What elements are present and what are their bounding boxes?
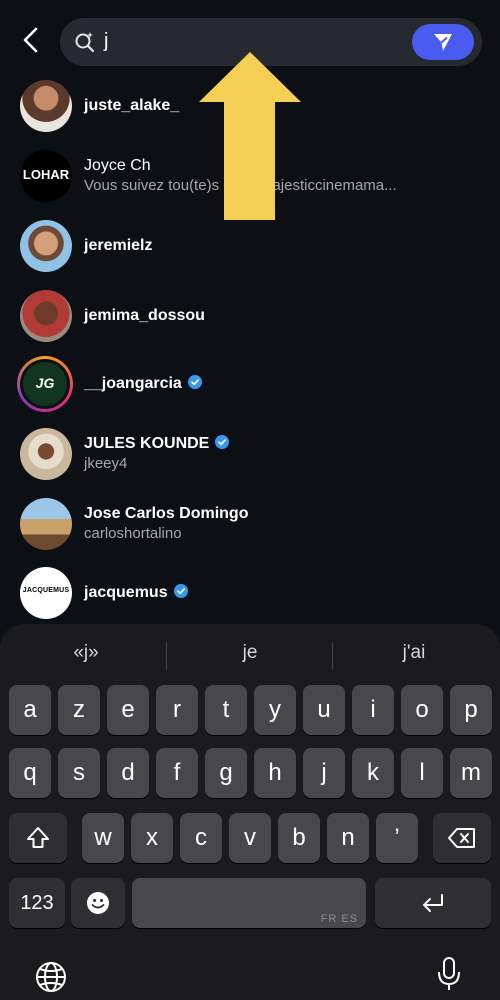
avatar-logo-text: JG — [35, 375, 55, 391]
username-text: JULES KOUNDE — [84, 435, 210, 452]
result-username: Jose Carlos Domingo — [84, 505, 249, 522]
return-icon — [423, 894, 443, 912]
numbers-key[interactable]: 123 — [9, 878, 65, 928]
key-j[interactable]: j — [303, 748, 345, 798]
key-o[interactable]: o — [401, 685, 443, 735]
annotation-arrow — [199, 52, 301, 220]
result-row[interactable]: jeremielz — [0, 216, 500, 276]
microphone-icon[interactable] — [436, 956, 462, 992]
result-row[interactable]: JG __joangarcia — [0, 354, 500, 414]
search-screen: j juste_alake_ LOHAR Joyce Ch Vous suive… — [0, 0, 500, 1000]
key-f[interactable]: f — [156, 748, 198, 798]
globe-icon[interactable] — [34, 960, 68, 994]
verified-badge-icon — [173, 584, 188, 598]
verified-badge-icon — [187, 375, 202, 389]
key-w[interactable]: w — [82, 813, 124, 863]
result-username: jeremielz — [84, 237, 153, 254]
result-row[interactable]: Jose Carlos Domingo carloshortalino — [0, 494, 500, 554]
avatar — [20, 220, 72, 272]
result-username: juste_alake_ — [84, 97, 180, 114]
key-u[interactable]: u — [303, 685, 345, 735]
key-a[interactable]: a — [9, 685, 51, 735]
result-username: JULES KOUNDE — [84, 435, 230, 453]
key-q[interactable]: q — [9, 748, 51, 798]
avatar: JACQUEMUS — [20, 567, 72, 619]
username-text: __joangarcia — [84, 375, 182, 392]
chevron-left-icon — [23, 27, 38, 53]
shift-key[interactable] — [9, 813, 67, 863]
key-k[interactable]: k — [352, 748, 394, 798]
key-d[interactable]: d — [107, 748, 149, 798]
send-button[interactable] — [412, 24, 474, 60]
key-apostrophe[interactable]: ’ — [376, 813, 418, 863]
key-n[interactable]: n — [327, 813, 369, 863]
key-c[interactable]: c — [180, 813, 222, 863]
avatar-logo-text: LOHAR — [22, 167, 70, 182]
avatar — [20, 428, 72, 480]
result-subtext: carloshortalino — [84, 525, 182, 542]
verified-badge-icon — [215, 435, 230, 449]
result-username: jacquemus — [84, 584, 188, 602]
avatar — [20, 290, 72, 342]
key-z[interactable]: z — [58, 685, 100, 735]
key-t[interactable]: t — [205, 685, 247, 735]
keyboard: «j» je j'ai a z e r t y u i o p q s d f … — [0, 624, 500, 1000]
key-r[interactable]: r — [156, 685, 198, 735]
keyboard-language-label: FR ES — [320, 913, 358, 925]
result-row[interactable]: jemima_dossou — [0, 286, 500, 346]
avatar — [20, 80, 72, 132]
space-key[interactable]: FR ES — [132, 878, 366, 928]
key-y[interactable]: y — [254, 685, 296, 735]
result-username: jemima_dossou — [84, 307, 205, 324]
key-l[interactable]: l — [401, 748, 443, 798]
return-key[interactable] — [375, 878, 491, 928]
suggestion-item[interactable]: j'ai — [384, 642, 444, 664]
suggestion-bar: «j» je j'ai — [0, 634, 500, 674]
key-v[interactable]: v — [229, 813, 271, 863]
key-e[interactable]: e — [107, 685, 149, 735]
username-text: jacquemus — [84, 584, 168, 601]
key-m[interactable]: m — [450, 748, 492, 798]
result-username: Joyce Ch — [84, 157, 151, 174]
result-row[interactable]: JULES KOUNDE jkeey4 — [0, 424, 500, 484]
key-x[interactable]: x — [131, 813, 173, 863]
backspace-icon — [448, 828, 475, 848]
key-h[interactable]: h — [254, 748, 296, 798]
key-p[interactable]: p — [450, 685, 492, 735]
avatar — [20, 498, 72, 550]
shift-icon — [27, 827, 49, 848]
key-i[interactable]: i — [352, 685, 394, 735]
back-button[interactable] — [18, 26, 46, 54]
result-subtext: jkeey4 — [84, 455, 128, 472]
emoji-icon — [87, 892, 109, 914]
key-g[interactable]: g — [205, 748, 247, 798]
result-username: __joangarcia — [84, 375, 202, 393]
suggestion-item[interactable]: je — [220, 642, 280, 664]
avatar: JG — [17, 356, 73, 412]
key-s[interactable]: s — [58, 748, 100, 798]
search-input[interactable]: j — [104, 30, 108, 53]
backspace-key[interactable] — [433, 813, 491, 863]
paper-plane-icon — [434, 34, 452, 51]
emoji-key[interactable] — [71, 878, 125, 928]
key-b[interactable]: b — [278, 813, 320, 863]
search-ai-icon — [75, 32, 95, 53]
result-row[interactable]: JACQUEMUS jacquemus — [0, 563, 500, 623]
avatar: LOHAR — [20, 150, 72, 202]
suggestion-item[interactable]: «j» — [56, 642, 116, 664]
avatar-logo-text: JACQUEMUS — [22, 587, 70, 594]
